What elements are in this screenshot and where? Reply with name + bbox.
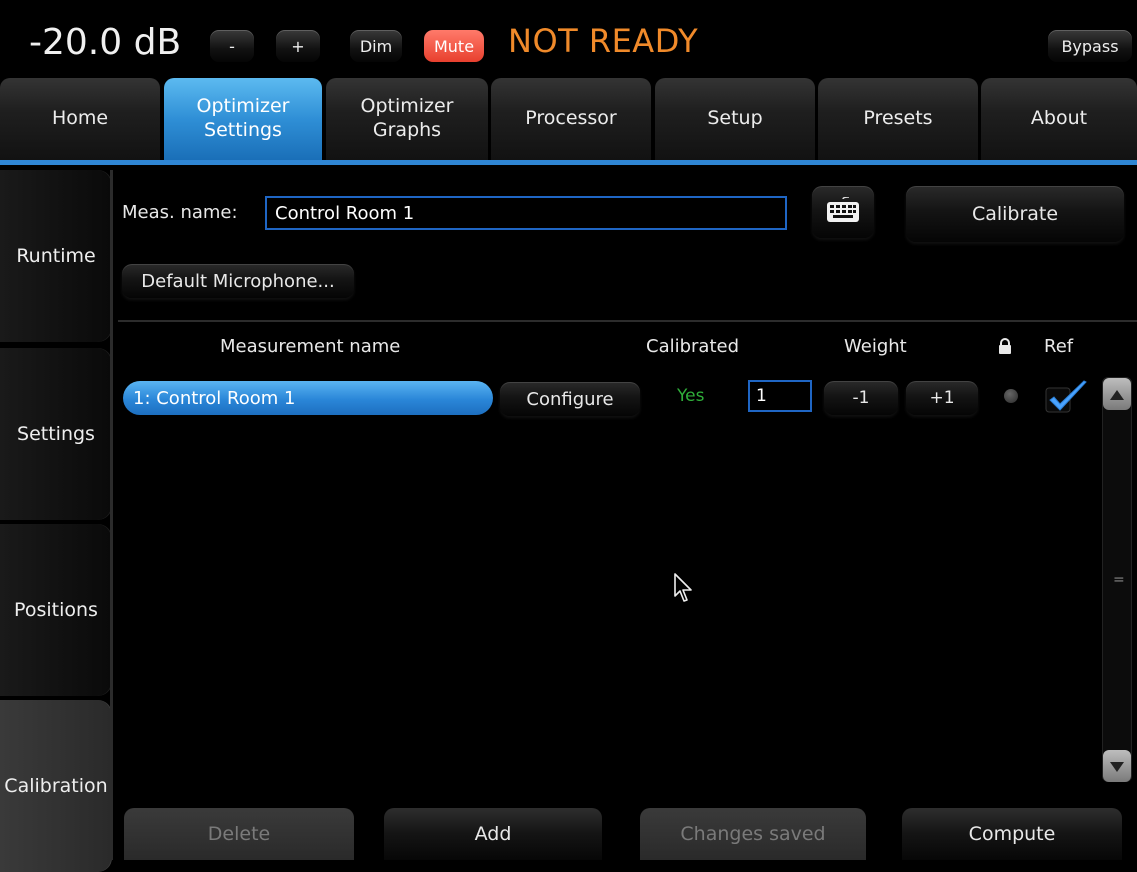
compute-button[interactable]: Compute [902, 808, 1122, 860]
scroll-up-button[interactable] [1103, 378, 1131, 410]
sidebar-divider [110, 170, 113, 860]
dim-button[interactable]: Dim [350, 30, 402, 62]
checkmark-icon [1044, 380, 1090, 420]
column-header-name: Measurement name [220, 336, 401, 357]
tab-presets[interactable]: Presets [818, 78, 978, 160]
changes-saved-button: Changes saved [640, 808, 866, 860]
lock-icon [998, 338, 1012, 359]
delete-button[interactable]: Delete [124, 808, 354, 860]
measurement-name-cell[interactable]: 1: Control Room 1 [123, 381, 493, 415]
meas-name-label: Meas. name: [122, 202, 238, 223]
weight-input[interactable] [748, 380, 812, 412]
calibrate-button[interactable]: Calibrate [906, 186, 1124, 242]
bypass-button[interactable]: Bypass [1048, 30, 1132, 62]
volume-readout: -20.0 dB [29, 22, 182, 63]
sidebar-item-runtime[interactable]: Runtime [0, 170, 112, 342]
column-header-ref: Ref [1044, 336, 1074, 357]
weight-plus-button[interactable]: +1 [906, 381, 978, 415]
tab-underline [0, 160, 1137, 165]
tab-home[interactable]: Home [0, 78, 160, 160]
column-header-weight: Weight [844, 336, 907, 357]
tab-optimizer-graphs[interactable]: Optimizer Graphs [326, 78, 488, 160]
scroll-grip-icon: = [1113, 572, 1125, 588]
ref-checkbox[interactable] [1044, 378, 1090, 420]
calibrated-status: Yes [677, 386, 705, 406]
status-text: NOT READY [508, 22, 699, 60]
tab-processor[interactable]: Processor [491, 78, 651, 160]
section-divider [118, 320, 1137, 322]
keyboard-icon [826, 195, 860, 228]
volume-down-button[interactable]: - [210, 30, 254, 62]
sidebar-item-positions[interactable]: Positions [0, 524, 112, 696]
scroll-down-button[interactable] [1103, 750, 1131, 782]
arrow-up-icon [1110, 385, 1124, 404]
top-bar: -20.0 dB - + Dim Mute NOT READY Bypass [0, 0, 1137, 74]
configure-button[interactable]: Configure [500, 382, 640, 416]
mute-button[interactable]: Mute [424, 30, 484, 62]
lock-toggle[interactable] [1004, 389, 1018, 403]
sidebar-item-settings[interactable]: Settings [0, 348, 112, 520]
tab-setup[interactable]: Setup [655, 78, 815, 160]
tab-about[interactable]: About [981, 78, 1137, 160]
tab-optimizer-settings[interactable]: Optimizer Settings [164, 78, 322, 160]
weight-minus-button[interactable]: -1 [824, 381, 898, 415]
default-microphone-button[interactable]: Default Microphone... [122, 264, 354, 298]
meas-name-input[interactable] [265, 196, 787, 230]
mouse-cursor-icon [673, 572, 695, 608]
volume-up-button[interactable]: + [276, 30, 320, 62]
keyboard-button[interactable] [812, 186, 874, 238]
add-button[interactable]: Add [384, 808, 602, 860]
arrow-down-icon [1110, 757, 1124, 776]
sidebar-item-calibration[interactable]: Calibration [0, 700, 112, 872]
column-header-calibrated: Calibrated [646, 336, 740, 357]
